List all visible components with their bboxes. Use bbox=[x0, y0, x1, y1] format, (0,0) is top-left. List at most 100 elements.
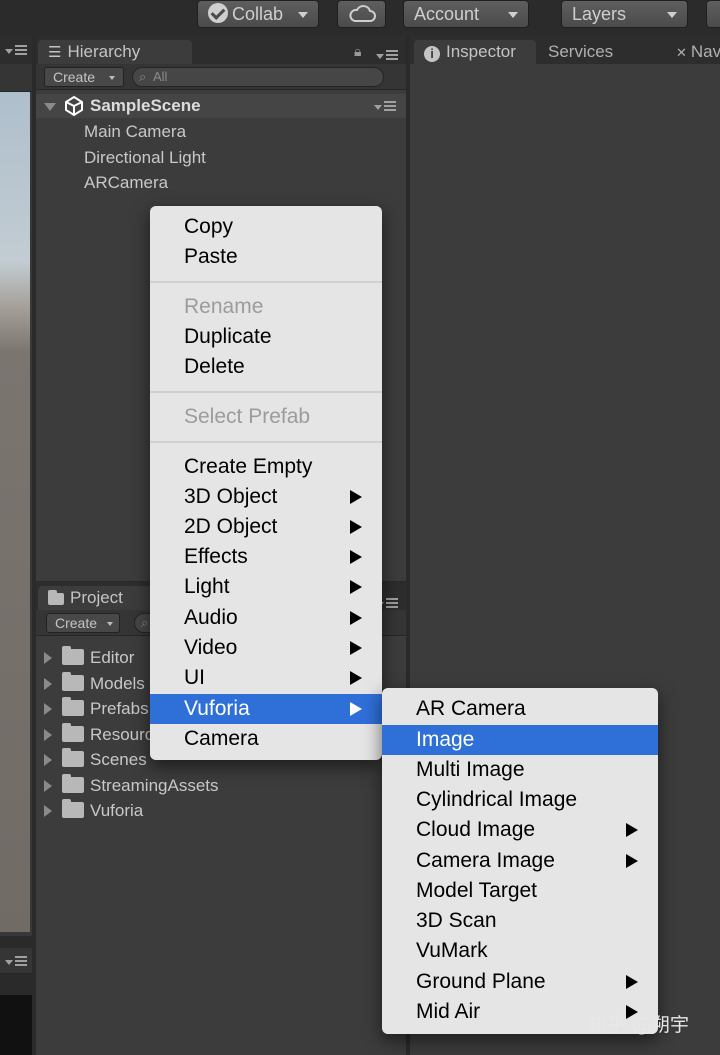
tab-hierarchy[interactable]: ☰ Hierarchy bbox=[38, 40, 192, 66]
folder-icon bbox=[62, 646, 84, 665]
list-icon: ☰ bbox=[48, 44, 62, 61]
submenu-item-multi-image[interactable]: Multi Image bbox=[382, 755, 658, 785]
menu-item-rename: Rename bbox=[184, 295, 264, 318]
tab-services[interactable]: Services bbox=[538, 40, 648, 66]
folder-row[interactable]: Scenes bbox=[44, 748, 147, 772]
menu-separator bbox=[150, 441, 382, 443]
menu-item-label: Camera Image bbox=[416, 849, 555, 872]
account-label: Account bbox=[414, 4, 480, 24]
tab-services-label: Services bbox=[548, 42, 614, 61]
tab-project[interactable]: Project bbox=[38, 586, 168, 612]
hierarchy-toolbar: Create All bbox=[36, 64, 406, 90]
expand-icon[interactable] bbox=[44, 780, 52, 792]
submenu-item-ar-camera[interactable]: AR Camera bbox=[382, 694, 658, 724]
expand-icon[interactable] bbox=[44, 805, 52, 817]
folder-row[interactable]: Editor bbox=[44, 646, 134, 670]
account-dropdown[interactable]: Account bbox=[403, 0, 529, 28]
panel-menu-icon[interactable] bbox=[5, 45, 27, 55]
menu-item-label: Video bbox=[184, 636, 238, 659]
submenu-item-cylindrical-image[interactable]: Cylindrical Image bbox=[382, 785, 658, 815]
folder-label: Vuforia bbox=[90, 801, 144, 820]
menu-item-effects[interactable]: Effects bbox=[150, 542, 382, 572]
hierarchy-item-directional-light[interactable]: Directional Light bbox=[84, 146, 206, 170]
folder-row[interactable]: Prefabs bbox=[44, 697, 149, 721]
menu-item-create-empty[interactable]: Create Empty bbox=[150, 452, 382, 482]
tab-inspector[interactable]: i Inspector bbox=[414, 40, 536, 66]
submenu-item-model-target[interactable]: Model Target bbox=[382, 876, 658, 906]
submenu-arrow-icon bbox=[350, 611, 362, 625]
create-button[interactable]: Create bbox=[46, 613, 120, 633]
folder-icon bbox=[48, 590, 64, 605]
inspector-tabbar: i Inspector Services ✕ Nav bbox=[410, 36, 720, 66]
folder-label: Scenes bbox=[90, 750, 147, 769]
menu-item-3d-object[interactable]: 3D Object bbox=[150, 482, 382, 512]
menu-item-label: Light bbox=[184, 575, 230, 598]
expand-icon[interactable] bbox=[44, 754, 52, 766]
chevron-down-icon bbox=[109, 76, 115, 80]
unity-icon bbox=[65, 96, 83, 116]
menu-item-camera[interactable]: Camera bbox=[150, 724, 382, 754]
collab-label: Collab bbox=[232, 4, 284, 24]
scene-row[interactable]: SampleScene bbox=[36, 94, 406, 118]
submenu-item-vumark[interactable]: VuMark bbox=[382, 936, 658, 966]
menu-item-video[interactable]: Video bbox=[150, 633, 382, 663]
submenu-arrow-icon bbox=[626, 823, 638, 837]
search-placeholder: All bbox=[153, 69, 168, 84]
folder-row[interactable]: Models bbox=[44, 672, 145, 696]
folder-icon bbox=[62, 672, 84, 691]
submenu-item-cloud-image[interactable]: Cloud Image bbox=[382, 815, 658, 845]
layers-dropdown[interactable]: Layers bbox=[561, 0, 688, 28]
menu-item-2d-object[interactable]: 2D Object bbox=[150, 512, 382, 542]
folder-label: Prefabs bbox=[90, 699, 149, 718]
expand-icon[interactable] bbox=[44, 652, 52, 664]
folder-label: Models bbox=[90, 674, 145, 693]
expand-icon[interactable] bbox=[44, 729, 52, 741]
menu-item-audio[interactable]: Audio bbox=[150, 603, 382, 633]
menu-item-label: Vuforia bbox=[184, 697, 250, 720]
menu-item-paste[interactable]: Paste bbox=[150, 242, 382, 272]
navigation-icon: ✕ bbox=[676, 45, 687, 60]
submenu-arrow-icon bbox=[350, 702, 362, 716]
submenu-item-image[interactable]: Image bbox=[382, 725, 658, 755]
panel-menu-icon[interactable] bbox=[5, 956, 27, 966]
folder-icon bbox=[62, 697, 84, 716]
expand-icon[interactable] bbox=[44, 703, 52, 715]
menu-item-vuforia[interactable]: Vuforia bbox=[150, 694, 382, 724]
panel-menu-icon[interactable] bbox=[376, 50, 398, 60]
collab-button[interactable]: Collab bbox=[197, 0, 319, 28]
menu-item-copy[interactable]: Copy bbox=[150, 212, 382, 242]
scene-viewport[interactable] bbox=[0, 92, 30, 932]
folder-row[interactable]: Vuforia bbox=[44, 799, 143, 823]
game-viewport bbox=[0, 995, 32, 1055]
tab-navigation[interactable]: ✕ Nav bbox=[666, 40, 720, 66]
hierarchy-item-arcamera[interactable]: ARCamera bbox=[84, 171, 168, 195]
submenu-arrow-icon bbox=[350, 520, 362, 534]
menu-item-light[interactable]: Light bbox=[150, 572, 382, 602]
cloud-button[interactable] bbox=[337, 0, 386, 28]
folder-icon bbox=[62, 774, 84, 793]
create-label: Create bbox=[53, 69, 96, 85]
folder-label: StreamingAssets bbox=[90, 776, 219, 795]
expand-icon[interactable] bbox=[44, 678, 52, 690]
menu-item-label: Effects bbox=[184, 545, 248, 568]
submenu-item-camera-image[interactable]: Camera Image bbox=[382, 846, 658, 876]
layout-dropdown[interactable] bbox=[706, 0, 720, 28]
cloud-icon bbox=[349, 5, 376, 22]
scene-name: SampleScene bbox=[90, 96, 201, 115]
menu-separator bbox=[150, 391, 382, 393]
chevron-down-icon bbox=[298, 12, 308, 18]
expand-icon[interactable] bbox=[44, 103, 56, 111]
menu-item-duplicate[interactable]: Duplicate bbox=[150, 322, 382, 352]
submenu-item-ground-plane[interactable]: Ground Plane bbox=[382, 967, 658, 997]
scene-menu-icon[interactable] bbox=[374, 101, 396, 111]
folder-row[interactable]: StreamingAssets bbox=[44, 774, 219, 798]
create-button[interactable]: Create bbox=[44, 67, 124, 87]
menu-item-ui[interactable]: UI bbox=[150, 663, 382, 693]
menu-item-label: 2D Object bbox=[184, 515, 278, 538]
lock-icon[interactable]: 🔒︎ bbox=[354, 43, 361, 60]
submenu-arrow-icon bbox=[350, 490, 362, 504]
hierarchy-item-main-camera[interactable]: Main Camera bbox=[84, 120, 186, 144]
search-input[interactable]: All bbox=[132, 67, 384, 87]
menu-item-delete[interactable]: Delete bbox=[150, 352, 382, 382]
submenu-item-3d-scan[interactable]: 3D Scan bbox=[382, 906, 658, 936]
